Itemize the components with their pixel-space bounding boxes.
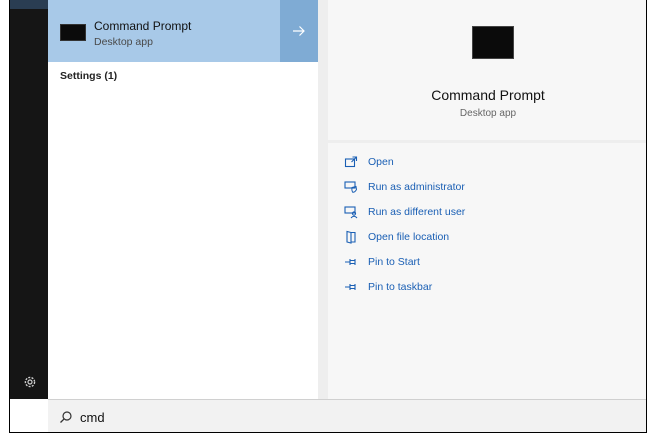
search-input[interactable]: [80, 408, 380, 426]
action-pin-to-taskbar[interactable]: Pin to taskbar: [344, 279, 432, 295]
search-icon: [59, 410, 73, 424]
open-icon: [344, 155, 358, 169]
action-list: Open Run as administrator Run as differe…: [328, 143, 646, 399]
action-run-as-administrator[interactable]: Run as administrator: [344, 179, 465, 195]
run-as-admin-icon: [344, 180, 358, 194]
search-bar[interactable]: [48, 399, 646, 432]
settings-section-heading[interactable]: Settings (1): [60, 70, 117, 82]
action-label: Open file location: [368, 231, 450, 243]
detail-header: Command Prompt Desktop app: [328, 0, 646, 140]
arrow-right-icon: [293, 26, 305, 36]
best-match-subtitle: Desktop app: [94, 36, 153, 48]
pin-icon: [344, 255, 358, 269]
action-pin-to-start[interactable]: Pin to Start: [344, 254, 420, 270]
action-label: Run as administrator: [368, 181, 465, 193]
expand-arrow-button[interactable]: [280, 0, 318, 62]
action-open-file-location[interactable]: Open file location: [344, 229, 449, 245]
action-label: Open: [368, 156, 394, 168]
detail-pane: Command Prompt Desktop app Open Run as a…: [318, 0, 646, 399]
file-location-icon: [344, 230, 358, 244]
detail-title: Command Prompt: [431, 87, 545, 103]
settings-gear-icon[interactable]: [22, 374, 38, 390]
start-search-window: Command Prompt Desktop app Settings (1) …: [9, 0, 647, 433]
best-match-result[interactable]: Command Prompt Desktop app: [48, 0, 318, 62]
command-prompt-icon: [60, 24, 86, 41]
best-match-title: Command Prompt: [94, 19, 192, 33]
pin-icon: [344, 280, 358, 294]
results-pane: Command Prompt Desktop app Settings (1): [48, 0, 318, 399]
rail-top-accent: [10, 0, 48, 9]
run-as-user-icon: [344, 205, 358, 219]
action-label: Pin to taskbar: [368, 281, 433, 293]
detail-subtitle: Desktop app: [459, 108, 517, 119]
best-match-item[interactable]: Command Prompt Desktop app: [48, 0, 280, 62]
action-label: Run as different user: [368, 206, 466, 218]
command-prompt-large-icon: [472, 26, 514, 59]
action-run-as-different-user[interactable]: Run as different user: [344, 204, 465, 220]
left-rail: [10, 0, 48, 399]
action-label: Pin to Start: [368, 256, 420, 268]
action-open[interactable]: Open: [344, 154, 394, 170]
